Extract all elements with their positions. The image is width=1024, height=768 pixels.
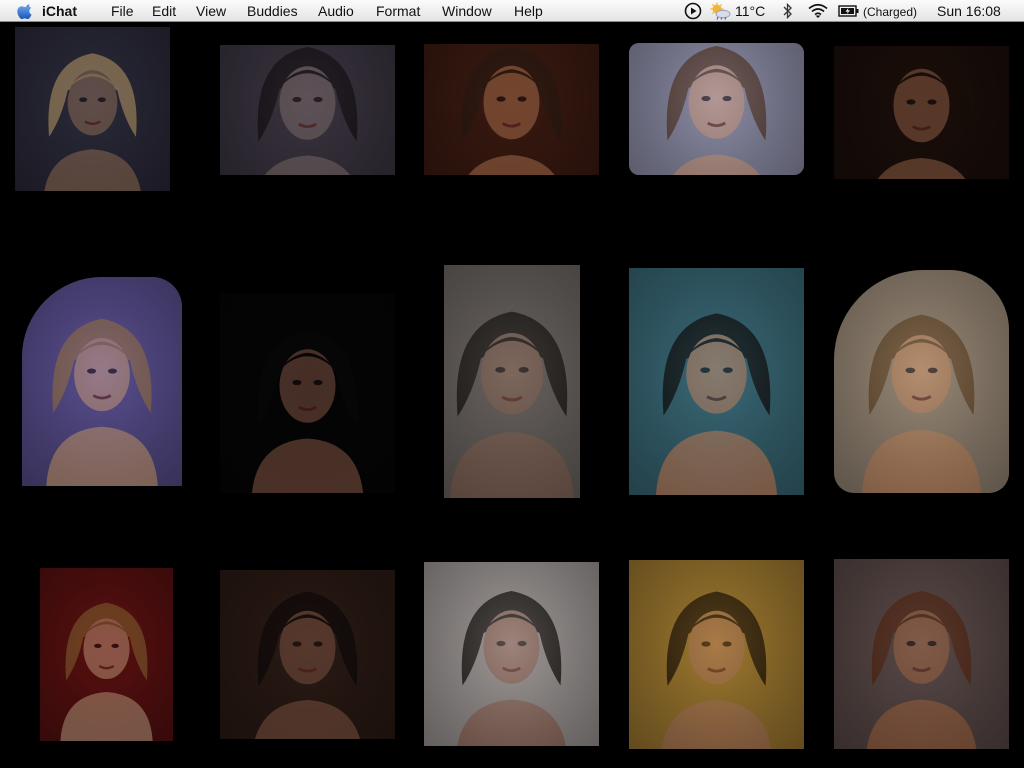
vignette	[22, 277, 182, 486]
vignette	[629, 560, 804, 749]
photo-tile[interactable]	[15, 27, 170, 191]
play-icon[interactable]	[684, 2, 702, 20]
portrait-image	[834, 270, 1009, 493]
vignette	[629, 43, 804, 175]
menu-view[interactable]: View	[196, 3, 226, 19]
portrait-image	[629, 268, 804, 495]
photo-tile[interactable]	[220, 45, 395, 175]
photo-tile[interactable]	[834, 559, 1009, 749]
portrait-image	[629, 560, 804, 749]
vignette	[424, 44, 599, 175]
menu-window[interactable]: Window	[442, 3, 492, 19]
portrait-image	[444, 265, 580, 498]
menu-buddies[interactable]: Buddies	[247, 3, 298, 19]
vignette	[424, 562, 599, 746]
portrait-image	[22, 277, 182, 486]
photo-tile[interactable]	[424, 562, 599, 746]
portrait-image	[40, 568, 173, 741]
portrait-image	[220, 45, 395, 175]
portrait-image	[220, 293, 395, 493]
portrait-image	[629, 43, 804, 175]
vignette	[444, 265, 580, 498]
photo-tile[interactable]	[220, 293, 395, 493]
apple-icon[interactable]	[16, 2, 36, 20]
photo-tile[interactable]	[834, 270, 1009, 493]
photo-tile[interactable]	[40, 568, 173, 741]
battery-icon[interactable]	[838, 4, 860, 18]
photo-tile[interactable]	[22, 277, 182, 486]
portrait-image	[834, 46, 1009, 179]
menu-app-ichat[interactable]: iChat	[42, 3, 77, 19]
vignette	[834, 559, 1009, 749]
bluetooth-icon[interactable]	[782, 2, 794, 20]
vignette	[40, 568, 173, 741]
temperature-readout[interactable]: 11°C	[735, 3, 765, 19]
photo-tile[interactable]	[220, 570, 395, 739]
menu-format[interactable]: Format	[376, 3, 420, 19]
photo-tile[interactable]	[424, 44, 599, 175]
clock[interactable]: Sun 16:08	[937, 3, 1001, 19]
vignette	[834, 46, 1009, 179]
vignette	[834, 270, 1009, 493]
vignette	[220, 45, 395, 175]
wifi-icon[interactable]	[807, 2, 829, 20]
menu-edit[interactable]: Edit	[152, 3, 176, 19]
photo-tile[interactable]	[444, 265, 580, 498]
portrait-image	[424, 44, 599, 175]
menu-bar: iChat File Edit View Buddies Audio Forma…	[0, 0, 1024, 22]
photo-tile[interactable]	[629, 268, 804, 495]
weather-icon[interactable]	[708, 2, 732, 20]
vignette	[220, 570, 395, 739]
battery-status[interactable]: (Charged)	[863, 4, 917, 20]
vignette	[629, 268, 804, 495]
vignette	[15, 27, 170, 191]
portrait-image	[834, 559, 1009, 749]
menu-help[interactable]: Help	[514, 3, 543, 19]
menu-audio[interactable]: Audio	[318, 3, 354, 19]
menu-file[interactable]: File	[111, 3, 134, 19]
portrait-image	[424, 562, 599, 746]
photo-tile[interactable]	[834, 46, 1009, 179]
photo-tile[interactable]	[629, 560, 804, 749]
vignette	[220, 293, 395, 493]
photo-tile[interactable]	[629, 43, 804, 175]
portrait-image	[15, 27, 170, 191]
portrait-image	[220, 570, 395, 739]
